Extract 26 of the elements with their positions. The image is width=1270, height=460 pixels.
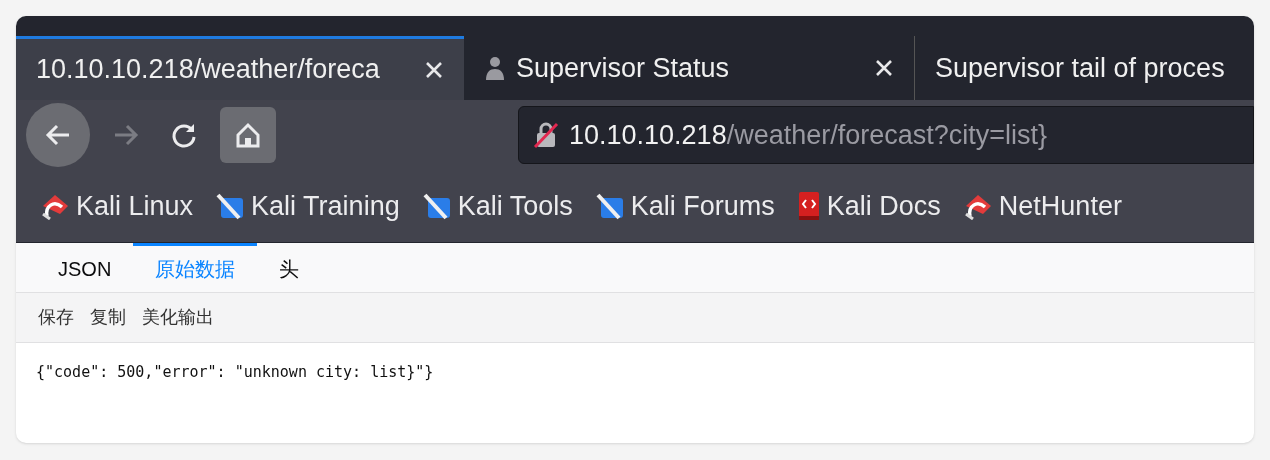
bookmark-link[interactable]: Kali Tools <box>457 185 573 227</box>
toolbar-button[interactable]: 保存 <box>38 304 74 331</box>
browser-tab[interactable]: 10.10.10.218/weather/foreca <box>16 36 464 100</box>
toolbar-button[interactable]: 复制 <box>90 304 126 331</box>
bookmark-link[interactable]: NetHunter <box>998 185 1122 227</box>
viewer-tab[interactable]: 头 <box>257 243 322 292</box>
address-field[interactable]: 10.10.10.218/weather/forecast?city=list} <box>518 106 1254 164</box>
home-icon <box>234 121 262 149</box>
toolbar-button[interactable]: 美化输出 <box>142 304 214 331</box>
close-icon[interactable] <box>874 58 894 78</box>
bookmark-link[interactable]: Kali Linux <box>76 185 194 227</box>
pen-icon <box>594 192 625 220</box>
raw-response-text: {"code": 500,"error": "unknown city: list}"} <box>36 362 435 383</box>
home-button[interactable] <box>220 107 276 163</box>
person-icon <box>484 55 506 81</box>
dragon-icon <box>40 192 70 220</box>
bookmark-link[interactable]: Kali Docs <box>826 185 941 227</box>
bookmark-link[interactable]: Kali Training <box>251 185 400 227</box>
pen-icon <box>215 192 246 220</box>
pen-icon <box>421 192 452 220</box>
bookmark-link[interactable]: Kali Forums <box>630 185 775 227</box>
url-path: /weather/forecast?city=list} <box>726 118 1048 152</box>
close-icon[interactable] <box>424 59 444 80</box>
url-host: 10.10.10.218 <box>569 118 727 152</box>
book-icon <box>796 191 821 221</box>
viewer-tab[interactable]: JSON <box>36 243 134 292</box>
